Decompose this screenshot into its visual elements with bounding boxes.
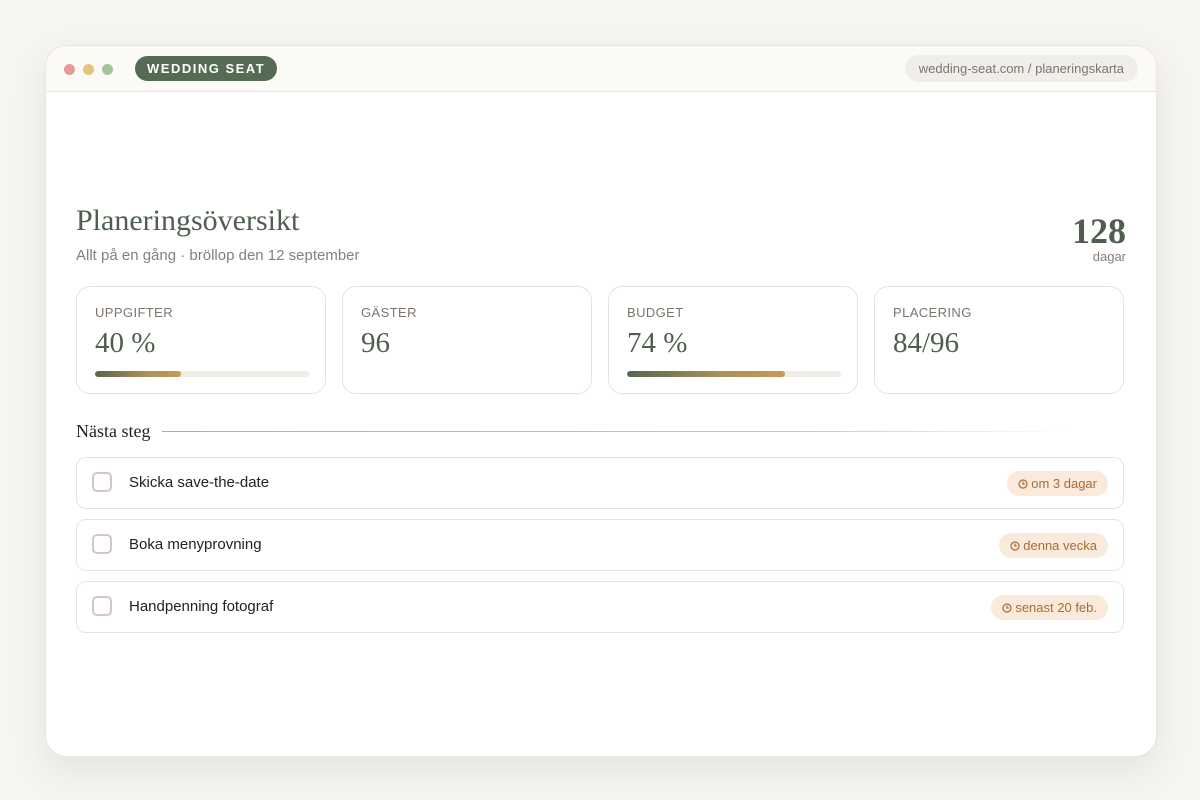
stat-label: BUDGET xyxy=(627,305,684,320)
task-row[interactable]: Handpenning fotograf senast 20 feb. xyxy=(76,581,1124,633)
task-row[interactable]: Boka menyprovning denna vecka xyxy=(76,519,1124,571)
countdown-unit: dagar xyxy=(1092,249,1126,264)
clock-icon xyxy=(1002,603,1012,613)
task-label: Skicka save-the-date xyxy=(129,474,270,491)
progress-bar-fill xyxy=(627,371,786,377)
stat-label: UPPGIFTER xyxy=(95,305,173,320)
page-title: Planeringsöversikt xyxy=(76,204,300,237)
progress-bar xyxy=(627,371,841,377)
stat-label: GÄSTER xyxy=(361,305,417,320)
due-badge: om 3 dagar xyxy=(1007,471,1108,496)
task-row[interactable]: Skicka save-the-date om 3 dagar xyxy=(76,457,1124,509)
countdown-value: 128 xyxy=(1072,211,1126,251)
page-subtitle: Allt på en gång · bröllop den 12 septemb… xyxy=(76,247,360,264)
task-checkbox[interactable] xyxy=(92,534,112,554)
due-badge: denna vecka xyxy=(999,533,1108,558)
stat-value: 96 xyxy=(361,327,390,359)
progress-bar xyxy=(95,371,309,377)
clock-icon xyxy=(1018,479,1028,489)
section-divider xyxy=(162,431,1068,432)
stat-card-guests[interactable]: GÄSTER 96 xyxy=(342,286,592,394)
task-checkbox[interactable] xyxy=(92,472,112,492)
title-bar: WEDDING SEAT wedding-seat.com / planerin… xyxy=(46,46,1156,92)
brand-badge: WEDDING SEAT xyxy=(135,56,278,81)
task-label: Handpenning fotograf xyxy=(129,598,274,615)
due-badge: senast 20 feb. xyxy=(991,595,1108,620)
window-minimize-dot[interactable] xyxy=(83,64,94,75)
clock-icon xyxy=(1010,541,1020,551)
window-close-dot[interactable] xyxy=(64,64,75,75)
section-title: Nästa steg xyxy=(76,421,151,441)
due-badge-text: senast 20 feb. xyxy=(1015,600,1097,615)
stat-card-budget[interactable]: BUDGET 74 % xyxy=(608,286,858,394)
progress-bar-fill xyxy=(95,371,181,377)
stat-value: 74 % xyxy=(627,327,688,359)
task-label: Boka menyprovning xyxy=(129,536,262,553)
due-badge-text: denna vecka xyxy=(1023,538,1097,553)
task-checkbox[interactable] xyxy=(92,596,112,616)
window-maximize-dot[interactable] xyxy=(102,64,113,75)
app-window: WEDDING SEAT wedding-seat.com / planerin… xyxy=(45,45,1157,757)
stat-card-seating[interactable]: PLACERING 84/96 xyxy=(874,286,1124,394)
due-badge-text: om 3 dagar xyxy=(1031,476,1097,491)
stat-label: PLACERING xyxy=(893,305,972,320)
stat-value: 40 % xyxy=(95,327,156,359)
address-bar[interactable]: wedding-seat.com / planeringskarta xyxy=(904,55,1138,82)
stat-card-tasks[interactable]: UPPGIFTER 40 % xyxy=(76,286,326,394)
stat-value: 84/96 xyxy=(893,327,960,359)
